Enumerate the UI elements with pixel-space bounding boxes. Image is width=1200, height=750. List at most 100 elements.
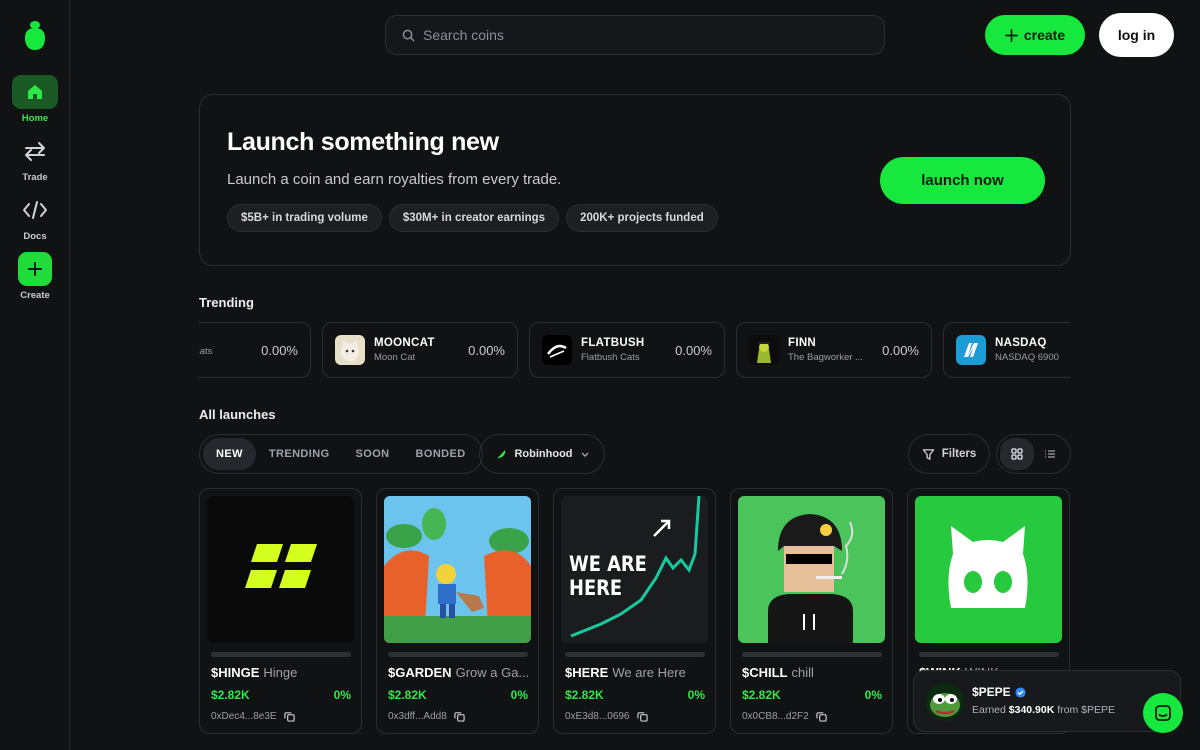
coin-card[interactable]: $CHILL chill $2.82K 0% 0x0CB8...d2F2 bbox=[730, 488, 893, 734]
bonding-progress-bar bbox=[919, 652, 1059, 657]
market-cap: $2.82K bbox=[388, 688, 427, 702]
coin-title: $HERE We are Here bbox=[565, 665, 710, 680]
toast-title: $PEPE bbox=[972, 685, 1026, 699]
coin-card[interactable]: $HINGE Hinge $2.82K 0% 0xDec4...8e3E bbox=[199, 488, 362, 734]
chain-selector[interactable]: Robinhood bbox=[479, 434, 605, 474]
home-icon bbox=[12, 75, 58, 109]
copy-icon[interactable] bbox=[454, 711, 465, 722]
verified-badge-icon bbox=[1015, 686, 1026, 698]
chevron-down-icon bbox=[581, 452, 589, 457]
filters-button[interactable]: Filters bbox=[908, 434, 990, 474]
address-text: 0xDec4...8e3E bbox=[211, 711, 277, 722]
copy-icon[interactable] bbox=[283, 711, 295, 722]
trending-card[interactable]: Good Cats 0.00% bbox=[199, 322, 311, 378]
search-input[interactable] bbox=[423, 27, 843, 43]
image-text: HERE bbox=[569, 576, 623, 600]
code-icon bbox=[12, 193, 58, 227]
coin-card[interactable]: WE ARE HERE $HERE We are Here $2.82K 0% 0… bbox=[553, 488, 716, 734]
launch-banner: Launch something new Launch a coin and e… bbox=[199, 94, 1071, 266]
trending-name: Good Cats bbox=[199, 346, 213, 357]
cat-avatar bbox=[335, 335, 365, 365]
finn-avatar bbox=[749, 335, 779, 365]
tab-soon[interactable]: SOON bbox=[343, 438, 403, 470]
trending-name: The Bagworker ... bbox=[788, 352, 863, 363]
grid-view-button[interactable] bbox=[1000, 438, 1034, 470]
address-text: 0x0CB8...d2F2 bbox=[742, 711, 809, 722]
toast-ticker: $PEPE bbox=[972, 685, 1011, 699]
coin-image bbox=[207, 496, 354, 643]
sidebar-item-label: Create bbox=[20, 290, 50, 301]
trending-name: Moon Cat bbox=[374, 352, 416, 363]
coin-title: $HINGE Hinge bbox=[211, 665, 356, 680]
launch-tabs: NEW TRENDING SOON BONDED bbox=[199, 434, 483, 474]
trending-card[interactable]: MOONCAT Moon Cat 0.00% bbox=[322, 322, 518, 378]
market-cap: $2.82K bbox=[565, 688, 604, 702]
price-change: 0% bbox=[864, 688, 882, 702]
banner-subtitle: Launch a coin and earn royalties from ev… bbox=[227, 171, 562, 188]
trending-ticker: MOONCAT bbox=[374, 337, 435, 349]
search-bar[interactable] bbox=[385, 15, 885, 55]
bag-logo-icon[interactable] bbox=[22, 18, 48, 52]
trending-card[interactable]: FLATBUSH Flatbush Cats 0.00% bbox=[529, 322, 725, 378]
create-button-label: create bbox=[1023, 27, 1066, 43]
coin-ticker: $CHILL bbox=[742, 665, 788, 680]
trending-change: 0.00% bbox=[468, 343, 505, 358]
login-button[interactable]: log in bbox=[1099, 13, 1174, 57]
tab-trending[interactable]: TRENDING bbox=[256, 438, 343, 470]
contract-address: 0x3dff...Add8 bbox=[388, 711, 465, 722]
copy-icon[interactable] bbox=[636, 711, 648, 722]
trending-ticker: FINN bbox=[788, 337, 817, 349]
sidebar-item-label: Home bbox=[21, 113, 49, 124]
tab-bonded[interactable]: BONDED bbox=[403, 438, 479, 470]
trending-carousel[interactable]: Good Cats 0.00% MOONCAT Moon Cat 0.00% F… bbox=[199, 322, 1071, 378]
coin-ticker: $HINGE bbox=[211, 665, 260, 680]
trending-name: Flatbush Cats bbox=[581, 352, 640, 363]
feather-icon bbox=[496, 449, 506, 460]
create-button[interactable]: create bbox=[985, 15, 1085, 55]
coin-ticker: $GARDEN bbox=[388, 665, 452, 680]
copy-icon[interactable] bbox=[816, 711, 827, 722]
coin-title: $CHILL chill bbox=[742, 665, 887, 680]
earnings-toast[interactable]: $PEPE Earned $340.90K from $PEPE bbox=[913, 670, 1181, 732]
contract-address: 0x0CB8...d2F2 bbox=[742, 711, 827, 722]
launch-now-button[interactable]: launch now bbox=[880, 157, 1045, 204]
sidebar-item-docs[interactable]: Docs bbox=[0, 193, 70, 242]
sidebar-item-home[interactable]: Home bbox=[0, 75, 70, 124]
toast-amount: $340.90K bbox=[1008, 704, 1055, 716]
bonding-progress-bar bbox=[211, 652, 351, 657]
coin-image bbox=[384, 496, 531, 643]
stat-badge: $5B+ in trading volume bbox=[227, 204, 382, 232]
sidebar-item-create[interactable]: Create bbox=[0, 252, 70, 301]
trending-change: 0.00% bbox=[261, 343, 298, 358]
market-cap: $2.82K bbox=[211, 688, 250, 702]
sidebar-item-label: Docs bbox=[23, 231, 47, 242]
address-text: 0xE3d8...0696 bbox=[565, 711, 630, 722]
trending-card[interactable]: NASDAQ NASDAQ 6900 bbox=[943, 322, 1071, 378]
chain-label: Robinhood bbox=[514, 448, 573, 460]
all-launches-heading: All launches bbox=[199, 407, 276, 422]
sidebar-item-trade[interactable]: Trade bbox=[0, 134, 70, 183]
banner-title: Launch something new bbox=[227, 128, 499, 156]
coin-name: Hinge bbox=[263, 665, 298, 680]
bonding-progress-bar bbox=[388, 652, 528, 657]
coin-name: We are Here bbox=[612, 665, 686, 680]
coin-ticker: $HERE bbox=[565, 665, 609, 680]
address-text: 0x3dff...Add8 bbox=[388, 711, 447, 722]
chat-support-button[interactable] bbox=[1143, 693, 1183, 733]
stats-row: $5B+ in trading volume $30M+ in creator … bbox=[227, 204, 718, 232]
coin-card[interactable]: $GARDEN Grow a Ga... $2.82K 0% 0x3dff...A… bbox=[376, 488, 539, 734]
contract-address: 0xE3d8...0696 bbox=[565, 711, 648, 722]
tab-new[interactable]: NEW bbox=[203, 438, 256, 470]
view-toggle bbox=[996, 434, 1071, 474]
coin-name: chill bbox=[791, 665, 814, 680]
stat-badge: 200K+ projects funded bbox=[566, 204, 718, 232]
list-view-button[interactable] bbox=[1034, 438, 1068, 470]
toast-from: from $PEPE bbox=[1057, 704, 1116, 716]
grid-icon bbox=[1011, 448, 1023, 460]
stat-badge: $30M+ in creator earnings bbox=[388, 204, 560, 232]
search-icon bbox=[402, 29, 415, 42]
flatbush-avatar bbox=[542, 335, 572, 365]
coin-image bbox=[738, 496, 885, 643]
chat-icon bbox=[1155, 705, 1171, 721]
trending-card[interactable]: FINN The Bagworker ... 0.00% bbox=[736, 322, 932, 378]
